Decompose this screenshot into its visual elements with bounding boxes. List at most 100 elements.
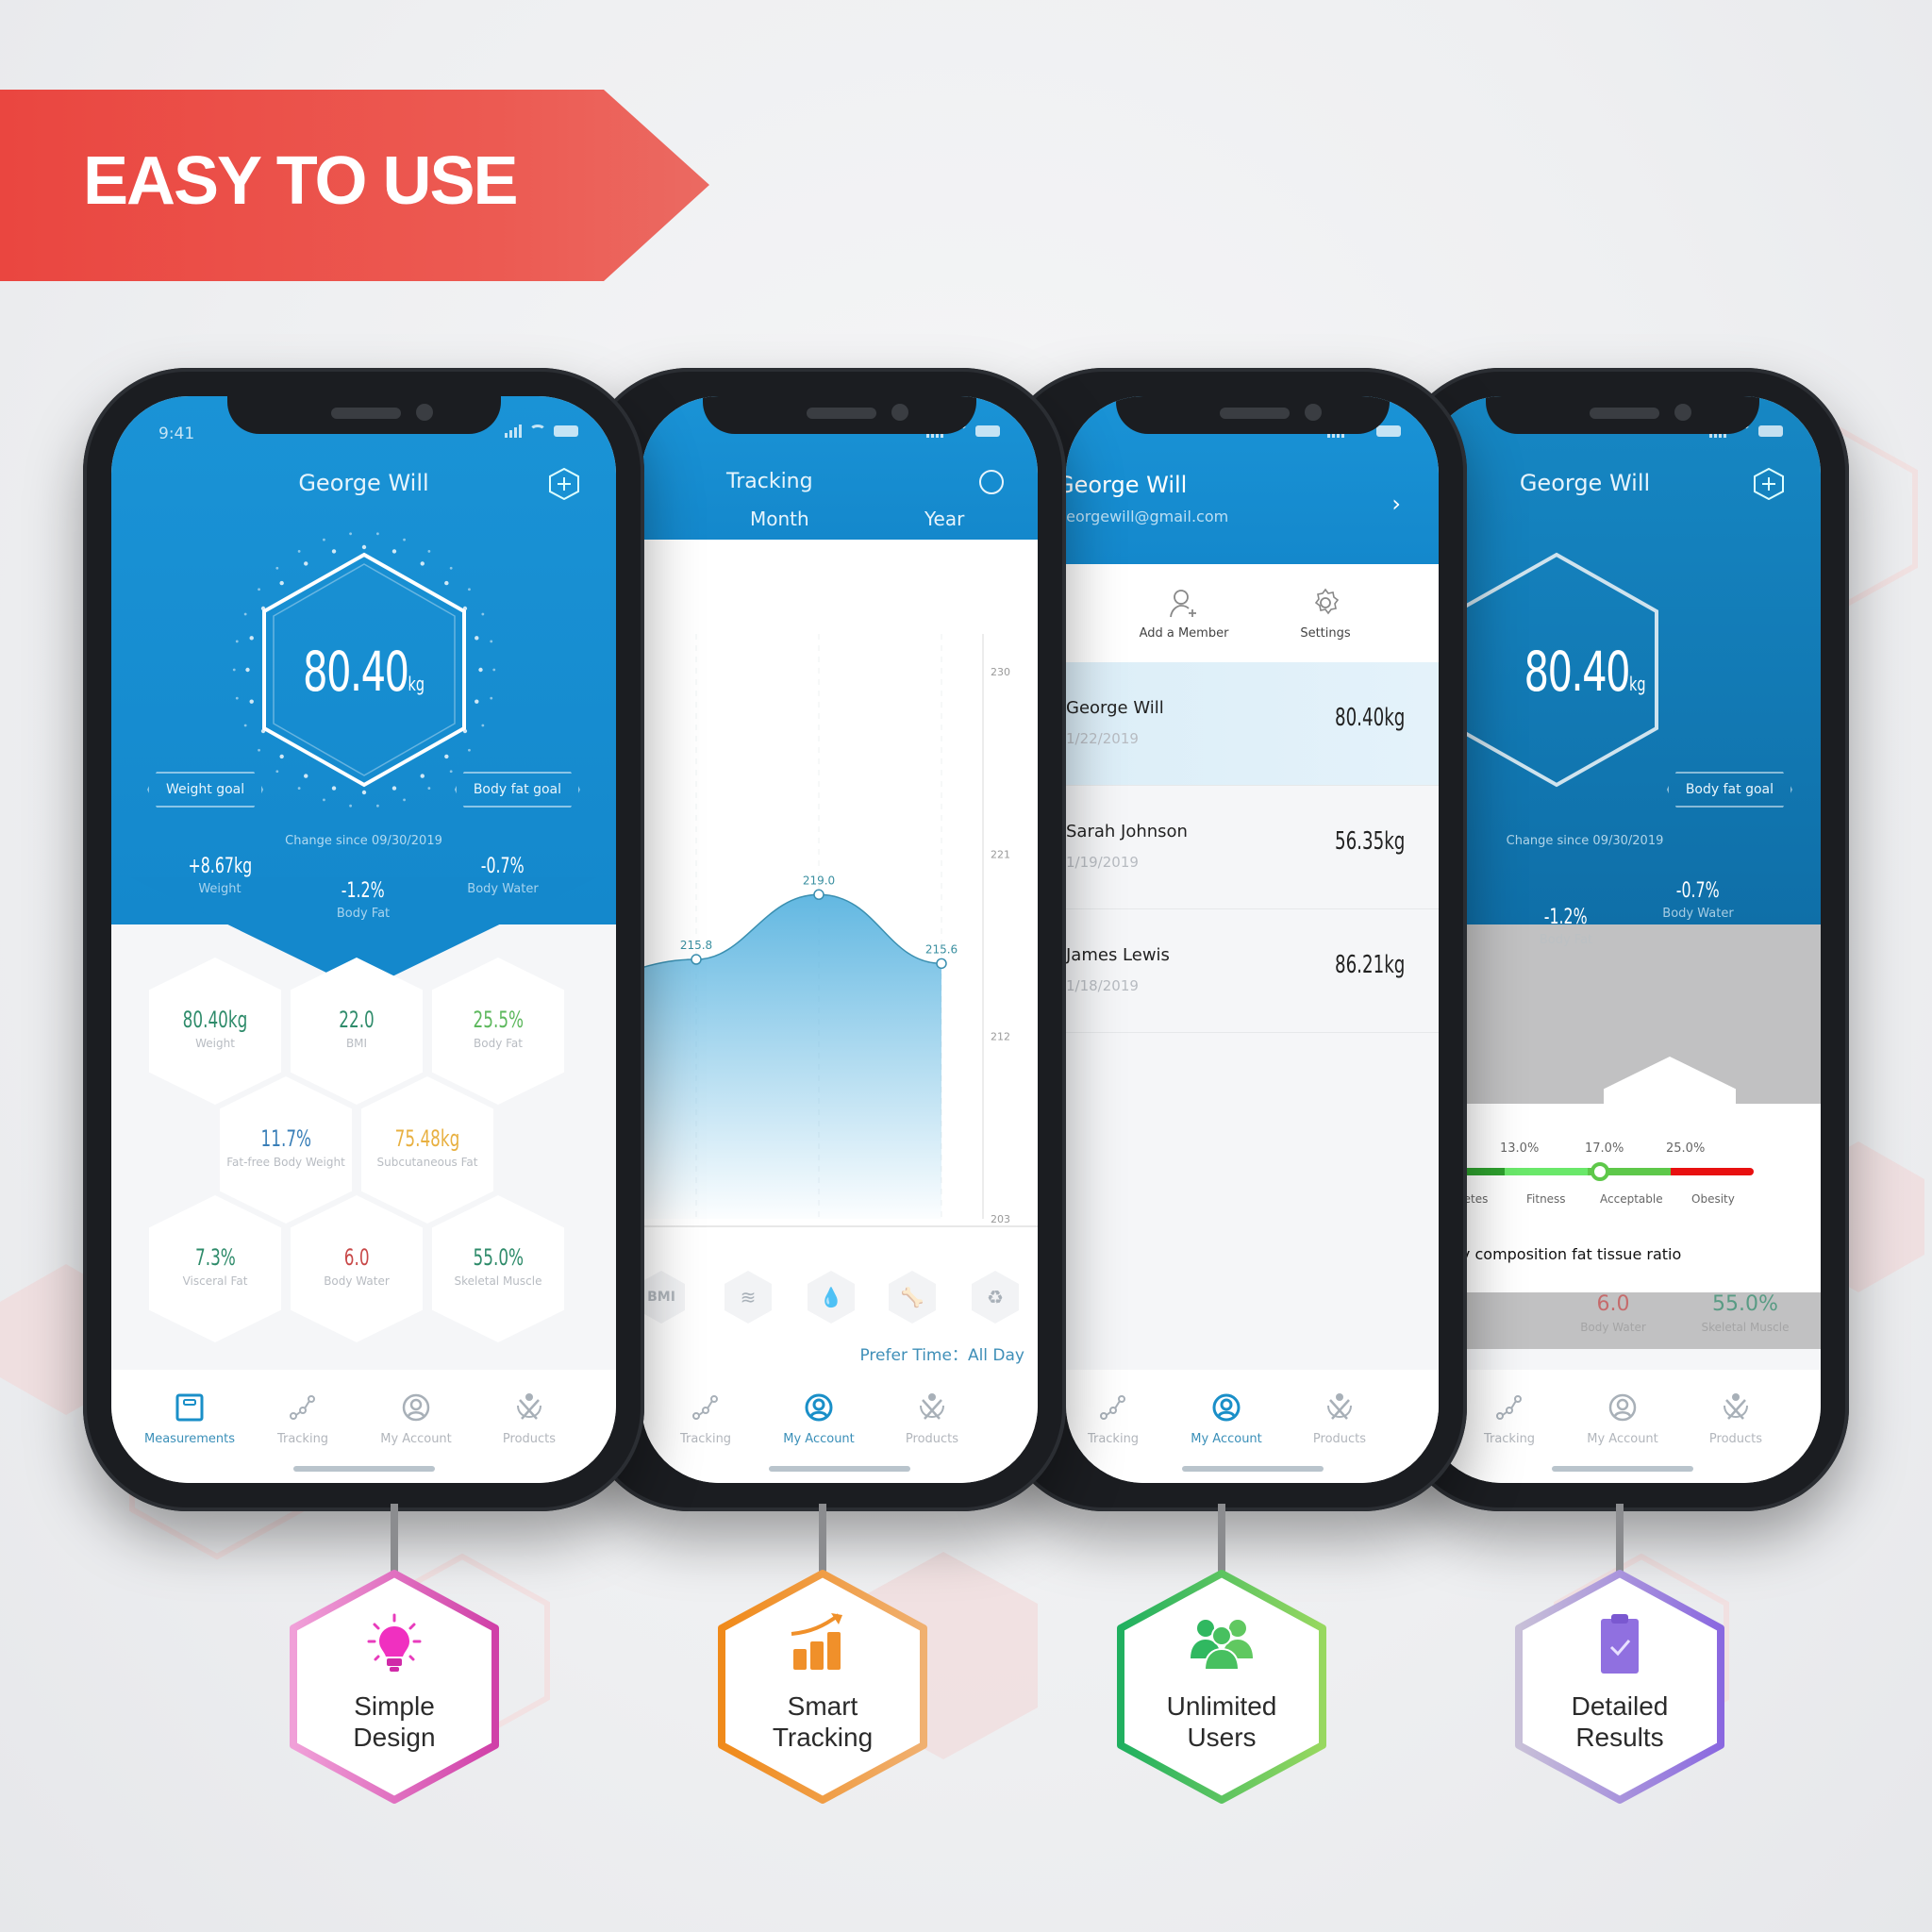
account-screen: George Will georgewill@gmail.com › Add a… <box>1066 396 1439 1483</box>
tab-my-account[interactable]: My Account <box>762 1391 875 1446</box>
decor-dot <box>391 549 396 554</box>
data-point[interactable] <box>691 954 702 965</box>
weight-goal-button[interactable]: Weight goal <box>147 772 263 808</box>
data-point[interactable] <box>813 889 824 901</box>
tab-products[interactable]: Products <box>1679 1391 1792 1446</box>
decor-dot <box>402 798 406 802</box>
feature-smart-tracking: Smart Tracking <box>714 1504 931 1807</box>
decor-dot <box>375 532 379 536</box>
decor-dot <box>402 538 406 541</box>
account-icon <box>1608 1393 1637 1422</box>
account-icon <box>1212 1393 1241 1422</box>
account-actions: Add a Member Settings <box>1066 564 1439 662</box>
chevron-right-icon[interactable]: › <box>1391 491 1401 517</box>
body-fat-indicator <box>1591 1162 1609 1181</box>
metric-cell[interactable]: 7.3% Visceral Fat <box>149 1195 281 1342</box>
decor-dot <box>420 561 425 566</box>
metric-cell[interactable]: 75.48kg Subcutaneous Fat <box>361 1076 493 1224</box>
feature-simple-design: Simple Design <box>286 1504 503 1807</box>
decor-dot <box>278 580 284 586</box>
body-fat-detail-card: 13.0% 17.0% 25.0% Athletes Fitness Accep… <box>1424 1104 1821 1292</box>
clipboard-check-icon <box>1601 1614 1639 1674</box>
tab-my-account[interactable]: My Account <box>1170 1391 1283 1446</box>
change-since-label: Change since 09/30/2019 <box>285 834 442 848</box>
data-label: 215.8 <box>680 939 712 952</box>
battery-icon <box>1376 425 1401 437</box>
delta-weight: +8.67kg Weight <box>188 855 252 896</box>
detail-screen: George Will 80.40kg Body fat goal Change… <box>1424 396 1821 1483</box>
tab-month[interactable]: Month <box>750 508 809 530</box>
metric-cell[interactable]: 22.0 BMI <box>291 958 423 1105</box>
battery-icon <box>1758 425 1783 437</box>
tab-products[interactable]: Products <box>875 1391 989 1446</box>
add-user-icon <box>1170 590 1196 618</box>
phone-my-account: George Will georgewill@gmail.com › Add a… <box>1000 368 1467 1511</box>
body-fat-goal-button[interactable]: Body fat goal <box>1667 772 1792 808</box>
metric-cell[interactable]: 6.0 Body Water <box>291 1195 423 1342</box>
decor-dot <box>420 774 425 778</box>
member-row[interactable]: George Will 1/22/2019 80.40kg <box>1066 662 1439 786</box>
tab-products[interactable]: Products <box>473 1391 586 1446</box>
drop-icon[interactable]: 💧 <box>808 1271 855 1324</box>
metric-cell[interactable]: 25.5% Body Fat <box>432 958 564 1105</box>
tab-tracking[interactable]: Tracking <box>649 1391 762 1446</box>
tab-tracking[interactable]: Tracking <box>246 1391 359 1446</box>
decor-dot <box>331 786 336 791</box>
range-fitness <box>1505 1168 1588 1175</box>
decor-dot <box>426 787 430 790</box>
decor-dot <box>243 612 247 616</box>
data-label: 215.6 <box>925 942 958 956</box>
current-weight: 80.40kg <box>303 640 425 704</box>
decor-dot <box>449 566 453 570</box>
clock-icon[interactable] <box>979 470 1004 494</box>
decor-dot <box>297 787 301 790</box>
member-row[interactable]: Sarah Johnson 1/19/2019 56.35kg <box>1066 786 1439 909</box>
recycle-icon[interactable]: ♻ <box>972 1271 1019 1324</box>
battery-icon <box>975 425 1000 437</box>
decor-dot <box>260 606 265 611</box>
tab-my-account[interactable]: My Account <box>1566 1391 1679 1446</box>
member-row[interactable]: James Lewis 1/18/2019 86.21kg <box>1066 909 1439 1033</box>
add-hex-icon[interactable] <box>1753 468 1785 500</box>
metric-cell[interactable]: 55.0% Skeletal Muscle <box>432 1195 564 1342</box>
account-icon <box>805 1393 833 1422</box>
decor-dot <box>331 549 336 554</box>
decor-dot <box>348 532 352 536</box>
tab-my-account[interactable]: My Account <box>359 1391 473 1446</box>
tab-measurements[interactable]: Measurements <box>133 1391 246 1446</box>
battery-icon <box>554 425 578 437</box>
water-waves-icon[interactable]: ≋ <box>724 1271 772 1324</box>
home-indicator <box>1552 1466 1693 1472</box>
metric-bmi-button[interactable]: BMI <box>641 1271 685 1324</box>
add-member-button[interactable]: Add a Member <box>1118 587 1250 641</box>
tracking-graph-icon <box>1100 1395 1125 1420</box>
metric-cell[interactable]: 11.7% Fat-free Body Weight <box>220 1076 352 1224</box>
home-indicator <box>1181 1466 1324 1472</box>
add-hex-icon[interactable] <box>548 468 580 500</box>
tracking-screen: Tracking Month Year 203 212 221 230 215.8 219… <box>641 396 1038 1483</box>
tab-products[interactable]: Products <box>1283 1391 1396 1446</box>
prefer-time[interactable]: Prefer Time：All Day <box>859 1341 1024 1365</box>
bone-icon[interactable]: 🦴 <box>889 1271 936 1324</box>
body-fat-goal-button[interactable]: Body fat goal <box>455 772 580 808</box>
tab-year[interactable]: Year <box>924 508 964 530</box>
products-icon <box>920 1393 944 1420</box>
decor-dot <box>462 606 467 611</box>
phone-measurements: 9:41 George Will 80.40kg Weight goal Bod… <box>83 368 644 1511</box>
decor-dot <box>480 612 484 616</box>
tab-tracking[interactable]: Tracking <box>1066 1391 1170 1446</box>
decor-dot <box>361 544 366 550</box>
decor-dot <box>322 798 325 802</box>
metric-cell[interactable]: 80.40kg Weight <box>149 958 281 1105</box>
settings-button[interactable]: Settings <box>1259 587 1391 641</box>
decor-dot <box>257 588 260 591</box>
range-obesity <box>1671 1168 1754 1175</box>
tab-tracking[interactable]: Tracking <box>1453 1391 1566 1446</box>
growth-chart-icon <box>791 1613 842 1670</box>
decor-dot <box>467 588 471 591</box>
measurements-screen: 9:41 George Will 80.40kg Weight goal Bod… <box>111 396 616 1483</box>
decor-dot <box>303 774 308 778</box>
decor-dot <box>361 790 366 795</box>
decor-dot <box>443 580 449 586</box>
data-point[interactable] <box>936 958 947 970</box>
